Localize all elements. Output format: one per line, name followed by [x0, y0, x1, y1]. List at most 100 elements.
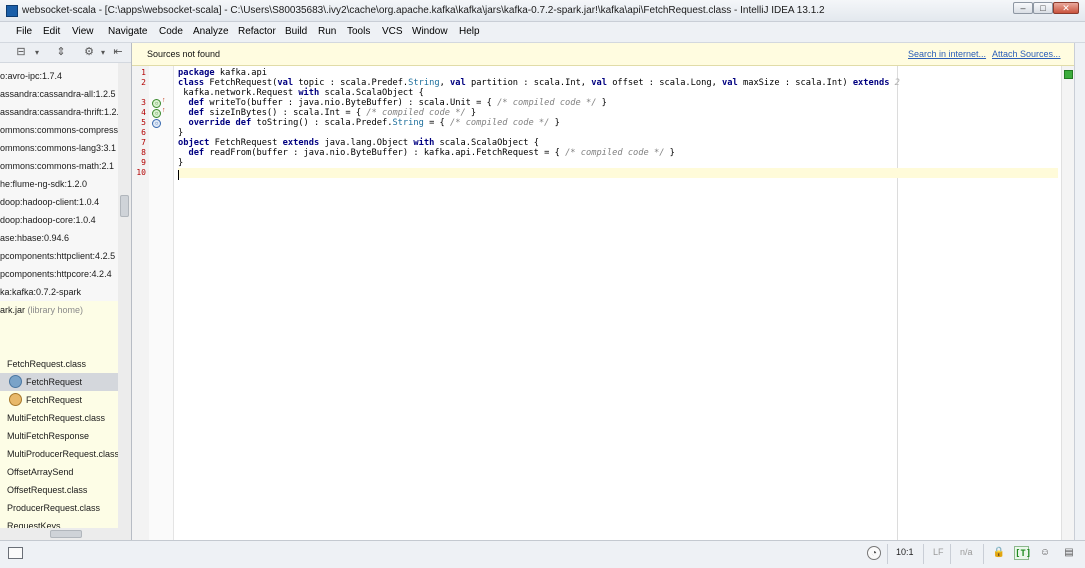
code-area[interactable]: package kafka.api class FetchRequest(val… [178, 66, 1058, 540]
caret-position[interactable]: 10:1 [896, 547, 914, 557]
tree-item-label: FetchRequest [26, 377, 83, 387]
tree-item[interactable]: ommons:commons-math:2.1 [0, 157, 118, 175]
class-icon [9, 375, 22, 389]
keyword: def [178, 98, 205, 108]
file-encoding[interactable]: n/a [960, 547, 973, 557]
keyword: extends [282, 138, 320, 148]
tree-item-label: o:avro-ipc:1.7.4 [0, 71, 63, 81]
tree-item[interactable]: ommons:commons-lang3:3.1 [0, 139, 118, 157]
tree-item-label: ProducerRequest.class [7, 503, 101, 513]
line-number: 1 [141, 68, 146, 77]
line-number: 7 [141, 138, 146, 147]
tree-item[interactable]: pcomponents:httpclient:4.2.5 [0, 247, 118, 265]
tree-item[interactable]: MultiFetchResponse [0, 427, 118, 445]
code-text: toString() : scala.Predef. [251, 118, 393, 128]
menu-build[interactable]: Build [285, 26, 307, 37]
tree-item-selected[interactable]: FetchRequest [0, 373, 118, 391]
tree-item[interactable] [0, 337, 118, 355]
error-stripe[interactable] [1061, 66, 1074, 540]
menu-tools[interactable]: Tools [347, 26, 370, 37]
collapse-all-icon[interactable]: ⇕ [54, 46, 68, 59]
menu-help[interactable]: Help [459, 26, 480, 37]
menu-edit[interactable]: Edit [43, 26, 60, 37]
menu-analyze[interactable]: Analyze [193, 26, 229, 37]
search-in-internet-link[interactable]: Search in internet... [908, 49, 986, 59]
tree-item[interactable]: MultiFetchRequest.class [0, 409, 118, 427]
tree-item[interactable]: MultiProducerRequest.class [0, 445, 118, 463]
code-line: object FetchRequest extends java.lang.Ob… [178, 138, 1058, 148]
inline-hint: 2 [889, 78, 900, 88]
code-text: scala.ScalaObject { [319, 88, 424, 98]
tree-item[interactable]: doop:hadoop-client:1.0.4 [0, 193, 118, 211]
hector-icon[interactable]: ☺ [1038, 546, 1052, 560]
implements-method-icon[interactable]: ○ [152, 109, 161, 118]
line-number: 6 [141, 128, 146, 137]
scrollbar-thumb[interactable] [50, 530, 82, 538]
maximize-button[interactable]: □ [1033, 2, 1053, 14]
tree-item[interactable]: ProducerRequest.class [0, 499, 118, 517]
tree-item-library-jar[interactable]: ark.jar (library home) [0, 301, 118, 319]
line-separator[interactable]: LF [933, 547, 944, 557]
tree-item[interactable]: ka:kafka:0.7.2-spark [0, 283, 118, 301]
type-name: String [392, 118, 424, 128]
tree-item[interactable]: OffsetRequest.class [0, 481, 118, 499]
event-log-icon[interactable]: ▤ [1062, 546, 1076, 560]
menu-refactor[interactable]: Refactor [238, 26, 276, 37]
tree-item-label: FetchRequest.class [7, 359, 87, 369]
keyword: val [450, 78, 466, 88]
scrollbar-thumb[interactable] [120, 195, 129, 217]
divider [923, 544, 924, 564]
code-text: java.lang.Object [319, 138, 414, 148]
menu-view[interactable]: View [72, 26, 94, 37]
keyword: def [178, 108, 205, 118]
tree-item[interactable]: ommons:commons-compress:1 [0, 121, 118, 139]
tree-item[interactable]: OffsetArraySend [0, 463, 118, 481]
line-number: 8 [141, 148, 146, 157]
scroll-from-source-icon[interactable]: ⊟ [14, 46, 28, 59]
gear-dropdown-icon[interactable]: ▾ [96, 46, 110, 59]
tree-item[interactable]: ase:hbase:0.94.6 [0, 229, 118, 247]
comment: /* compiled code */ [366, 108, 466, 118]
tree-item[interactable] [0, 319, 118, 337]
tree-item[interactable]: doop:hadoop-core:1.0.4 [0, 211, 118, 229]
tree-item-label: OffsetRequest.class [7, 485, 88, 495]
code-text: } [178, 158, 184, 168]
menu-vcs[interactable]: VCS [382, 26, 403, 37]
toggle-tool-windows-icon[interactable] [8, 547, 23, 559]
tree-item[interactable]: o:avro-ipc:1.7.4 [0, 67, 118, 85]
no-errors-indicator-icon[interactable] [1064, 70, 1073, 79]
tree-item-object[interactable]: FetchRequest [0, 391, 118, 409]
hide-panel-icon[interactable]: ⇤ [111, 46, 125, 59]
lock-icon[interactable]: 🔒 [992, 546, 1006, 560]
tree-item[interactable]: assandra:cassandra-all:1.2.5 [0, 85, 118, 103]
tree-item-class-file[interactable]: FetchRequest.class [0, 355, 118, 373]
project-tree-vertical-scrollbar[interactable] [118, 63, 131, 540]
implements-method-icon[interactable]: ○ [152, 99, 161, 108]
menu-file[interactable]: File [16, 26, 32, 37]
tree-item[interactable]: assandra:cassandra-thrift:1.2.5 [0, 103, 118, 121]
tree-item[interactable]: he:flume-ng-sdk:1.2.0 [0, 175, 118, 193]
project-tree-horizontal-scrollbar[interactable] [0, 528, 118, 540]
menu-navigate[interactable]: Navigate [108, 26, 147, 37]
code-editor[interactable]: 1 2 3 4 5 6 7 8 9 10 ○ ↑ ○ ↑ ○ package k… [132, 66, 1074, 540]
window-title: websocket-scala - [C:\apps\websocket-sca… [22, 5, 825, 16]
minimize-button[interactable]: – [1013, 2, 1033, 14]
tree-item-label: ommons:commons-math:2.1 [0, 161, 115, 171]
menu-window[interactable]: Window [412, 26, 448, 37]
menu-code[interactable]: Code [159, 26, 183, 37]
tree-item[interactable]: pcomponents:httpcore:4.2.4 [0, 265, 118, 283]
attach-sources-link[interactable]: Attach Sources... [992, 49, 1061, 59]
dropdown-arrow-icon[interactable]: ▾ [30, 46, 44, 59]
overrides-method-icon[interactable]: ○ [152, 119, 161, 128]
menu-run[interactable]: Run [318, 26, 336, 37]
memory-gauge-icon[interactable]: ◔ [867, 546, 881, 560]
status-bar: ◔ 10:1 LF n/a 🔒 [T] ☺ ▤ [0, 540, 1085, 568]
divider [983, 544, 984, 564]
gear-icon[interactable]: ⚙ [82, 46, 96, 59]
tree-item-label: MultiProducerRequest.class [7, 449, 118, 459]
close-button[interactable]: ✕ [1053, 2, 1079, 14]
inspection-profile-icon[interactable]: [T] [1014, 546, 1031, 560]
code-text: writeTo(buffer : java.nio.ByteBuffer) : … [204, 98, 498, 108]
code-line: class FetchRequest(val topic : scala.Pre… [178, 78, 1058, 88]
tree-item-label: ark.jar [0, 305, 26, 315]
